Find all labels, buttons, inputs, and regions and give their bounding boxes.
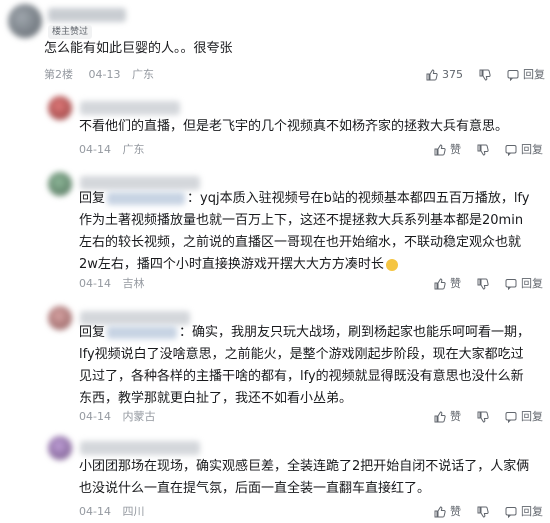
comment-meta: 第2楼 04-13 广东 — [44, 68, 154, 82]
like-label: 赞 — [450, 277, 461, 290]
dislike-button[interactable] — [479, 69, 491, 81]
reply-label: 回复 — [521, 143, 543, 156]
reply-text: 回复 ：确实，我朋友只玩大战场，刷到杨起家也能乐呵呵看一期，lfy视频说白了没啥意… — [79, 322, 534, 410]
like-button[interactable]: 赞 — [434, 277, 461, 291]
reply-label: 回复 — [521, 505, 543, 518]
author-liked-badge: 楼主赞过 — [48, 25, 93, 39]
avatar[interactable] — [48, 172, 72, 196]
username[interactable] — [80, 441, 200, 455]
comment-text: 怎么能有如此巨婴的人。。很夸张 — [44, 41, 233, 56]
reply-button[interactable]: 回复 — [505, 505, 543, 519]
reply-date: 04-14 — [79, 277, 111, 290]
reply-button[interactable]: 回复 — [505, 410, 543, 424]
avatar[interactable] — [48, 436, 72, 460]
reply-icon — [505, 506, 517, 518]
like-count: 375 — [442, 68, 463, 81]
thumb-down-icon — [477, 506, 489, 518]
username[interactable] — [48, 8, 126, 22]
reply-actions: 赞 回复 — [434, 143, 543, 157]
thumb-up-icon — [434, 144, 446, 156]
thumb-up-icon — [434, 506, 446, 518]
thumb-up-icon — [426, 69, 438, 81]
reply-prefix: 回复 — [79, 191, 106, 206]
like-label: 赞 — [450, 505, 461, 518]
reply-text: 不看他们的直播，但是老飞宇的几个视频真不如杨齐家的拯救大兵有意思。 — [79, 119, 509, 134]
username[interactable] — [80, 101, 180, 115]
dislike-button[interactable] — [477, 411, 489, 423]
like-button[interactable]: 赞 — [434, 505, 461, 519]
thumb-down-icon — [477, 411, 489, 423]
avatar[interactable] — [48, 96, 72, 120]
reply-location: 四川 — [122, 505, 145, 518]
like-button[interactable]: 赞 — [434, 143, 461, 157]
avatar[interactable] — [8, 4, 42, 38]
thumb-down-icon — [477, 144, 489, 156]
dislike-button[interactable] — [477, 278, 489, 290]
reply-icon — [505, 144, 517, 156]
thumb-up-icon — [434, 411, 446, 423]
reply-meta: 04-14 内蒙古 — [79, 410, 155, 424]
floor-number: 第2楼 — [44, 68, 73, 81]
dislike-button[interactable] — [477, 144, 489, 156]
reply-location: 广东 — [122, 143, 145, 156]
reply-text: 小团团那场在现场，确实观感巨差，全装连跪了2把开始自闭不说话了，人家俩也没说什么… — [79, 459, 530, 496]
reply-date: 04-14 — [79, 505, 111, 518]
thumb-down-icon — [479, 69, 491, 81]
reply-text: 回复 ：yqj本质入驻视频号在b站的视频基本都四五百万播放，lfy作为土著视频播放… — [79, 188, 534, 276]
reply-meta: 04-14 四川 — [79, 505, 144, 519]
like-button[interactable]: 375 — [426, 68, 463, 82]
mentioned-user[interactable] — [107, 326, 178, 339]
reply-meta: 04-14 广东 — [79, 143, 144, 157]
dislike-button[interactable] — [477, 506, 489, 518]
thumb-down-icon — [477, 278, 489, 290]
reply-button[interactable]: 回复 — [505, 143, 543, 157]
reply-label: 回复 — [523, 68, 545, 81]
reply-button[interactable]: 回复 — [505, 277, 543, 291]
reply-meta: 04-14 吉林 — [79, 277, 144, 291]
like-button[interactable]: 赞 — [434, 410, 461, 424]
comment-actions: 375 回复 — [426, 68, 545, 82]
reply-button[interactable]: 回复 — [507, 68, 545, 82]
avatar[interactable] — [48, 306, 72, 330]
reply-label: 回复 — [521, 277, 543, 290]
like-label: 赞 — [450, 143, 461, 156]
reply-location: 内蒙古 — [122, 410, 156, 423]
reply-icon — [505, 411, 517, 423]
like-label: 赞 — [450, 410, 461, 423]
thumb-up-icon — [434, 278, 446, 290]
reply-icon — [505, 278, 517, 290]
reply-label: 回复 — [521, 410, 543, 423]
reply-actions: 赞 回复 — [434, 505, 543, 519]
reply-date: 04-14 — [79, 143, 111, 156]
reply-actions: 赞 回复 — [434, 277, 543, 291]
comment-location: 广东 — [131, 68, 154, 81]
reply-location: 吉林 — [122, 277, 145, 290]
smile-emoji-icon — [385, 258, 398, 271]
reply-actions: 赞 回复 — [434, 410, 543, 424]
mentioned-user[interactable] — [107, 192, 186, 205]
reply-prefix: 回复 — [79, 325, 106, 340]
reply-icon — [507, 69, 519, 81]
comment-date: 04-13 — [88, 68, 121, 81]
reply-date: 04-14 — [79, 410, 111, 423]
